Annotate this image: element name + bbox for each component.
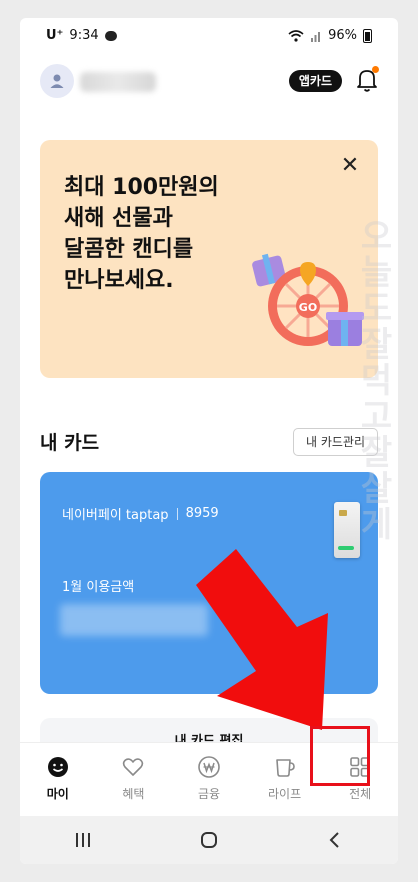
time-label: 9:34 <box>69 28 99 43</box>
promo-banner[interactable]: 최대 100만원의 새해 선물과 달콤한 캔디를 만나보세요. ✕ GO <box>40 140 378 378</box>
card-name-row: 네이버페이 taptap 8959 <box>62 504 219 523</box>
bottom-navigation: 마이 혜택 금융 라이프 전체 <box>20 742 398 817</box>
nav-label: 금융 <box>197 787 221 801</box>
card-name: 네이버페이 taptap <box>62 508 169 523</box>
won-icon <box>198 756 220 778</box>
nav-item-finance[interactable]: 금융 <box>171 743 247 817</box>
nav-item-benefits[interactable]: 혜택 <box>96 743 172 817</box>
nav-label: 마이 <box>46 787 69 801</box>
user-icon <box>50 74 64 88</box>
roulette-gift-illustration: GO <box>252 253 364 346</box>
top-header: 앱카드 <box>20 58 398 102</box>
nav-label: 라이프 <box>268 787 302 801</box>
nav-item-my[interactable]: 마이 <box>20 743 96 817</box>
battery-icon <box>363 28 372 43</box>
roulette-go-label: GO <box>299 301 317 314</box>
phone-screen: U⁺ 9:34 96% 앱카드 최대 100만원의 새해 선물과 달콤한 캔디를… <box>20 18 398 864</box>
divider <box>176 507 178 520</box>
battery-percent: 96% <box>328 28 357 43</box>
grid-icon <box>350 757 370 777</box>
wifi-icon <box>288 29 304 42</box>
card-last-digits: 8959 <box>185 506 219 521</box>
card-thumbnail <box>334 502 360 558</box>
notification-dot <box>372 66 379 73</box>
nav-item-all[interactable]: 전체 <box>322 743 398 817</box>
card-tile[interactable]: 네이버페이 taptap 8959 1월 이용금액 <box>40 472 378 694</box>
blurred-user-name <box>80 72 156 92</box>
signal-icon <box>311 31 321 42</box>
smile-icon <box>47 757 68 777</box>
status-bar: U⁺ 9:34 96% <box>20 18 398 52</box>
heart-icon <box>123 758 144 776</box>
blurred-amount <box>60 604 208 636</box>
back-icon[interactable] <box>325 830 345 850</box>
recent-apps-icon[interactable] <box>73 831 93 849</box>
cup-icon <box>275 759 295 777</box>
talk-notification-icon <box>104 30 117 41</box>
avatar[interactable] <box>40 64 74 98</box>
my-cards-title: 내 카드 <box>40 432 100 454</box>
nav-item-life[interactable]: 라이프 <box>247 743 323 817</box>
nav-label: 혜택 <box>122 787 145 801</box>
home-icon[interactable] <box>199 830 219 850</box>
notification-button[interactable] <box>354 66 380 94</box>
manage-cards-button[interactable]: 내 카드관리 <box>292 428 378 456</box>
close-icon[interactable]: ✕ <box>338 154 362 178</box>
promo-text: 최대 100만원의 새해 선물과 달콤한 캔디를 만나보세요. <box>64 175 219 293</box>
nav-label: 전체 <box>349 787 372 801</box>
carrier-label: U⁺ <box>46 28 64 43</box>
system-navigation-bar <box>20 816 398 864</box>
app-card-button[interactable]: 앱카드 <box>288 70 342 92</box>
usage-label: 1월 이용금액 <box>62 580 135 595</box>
